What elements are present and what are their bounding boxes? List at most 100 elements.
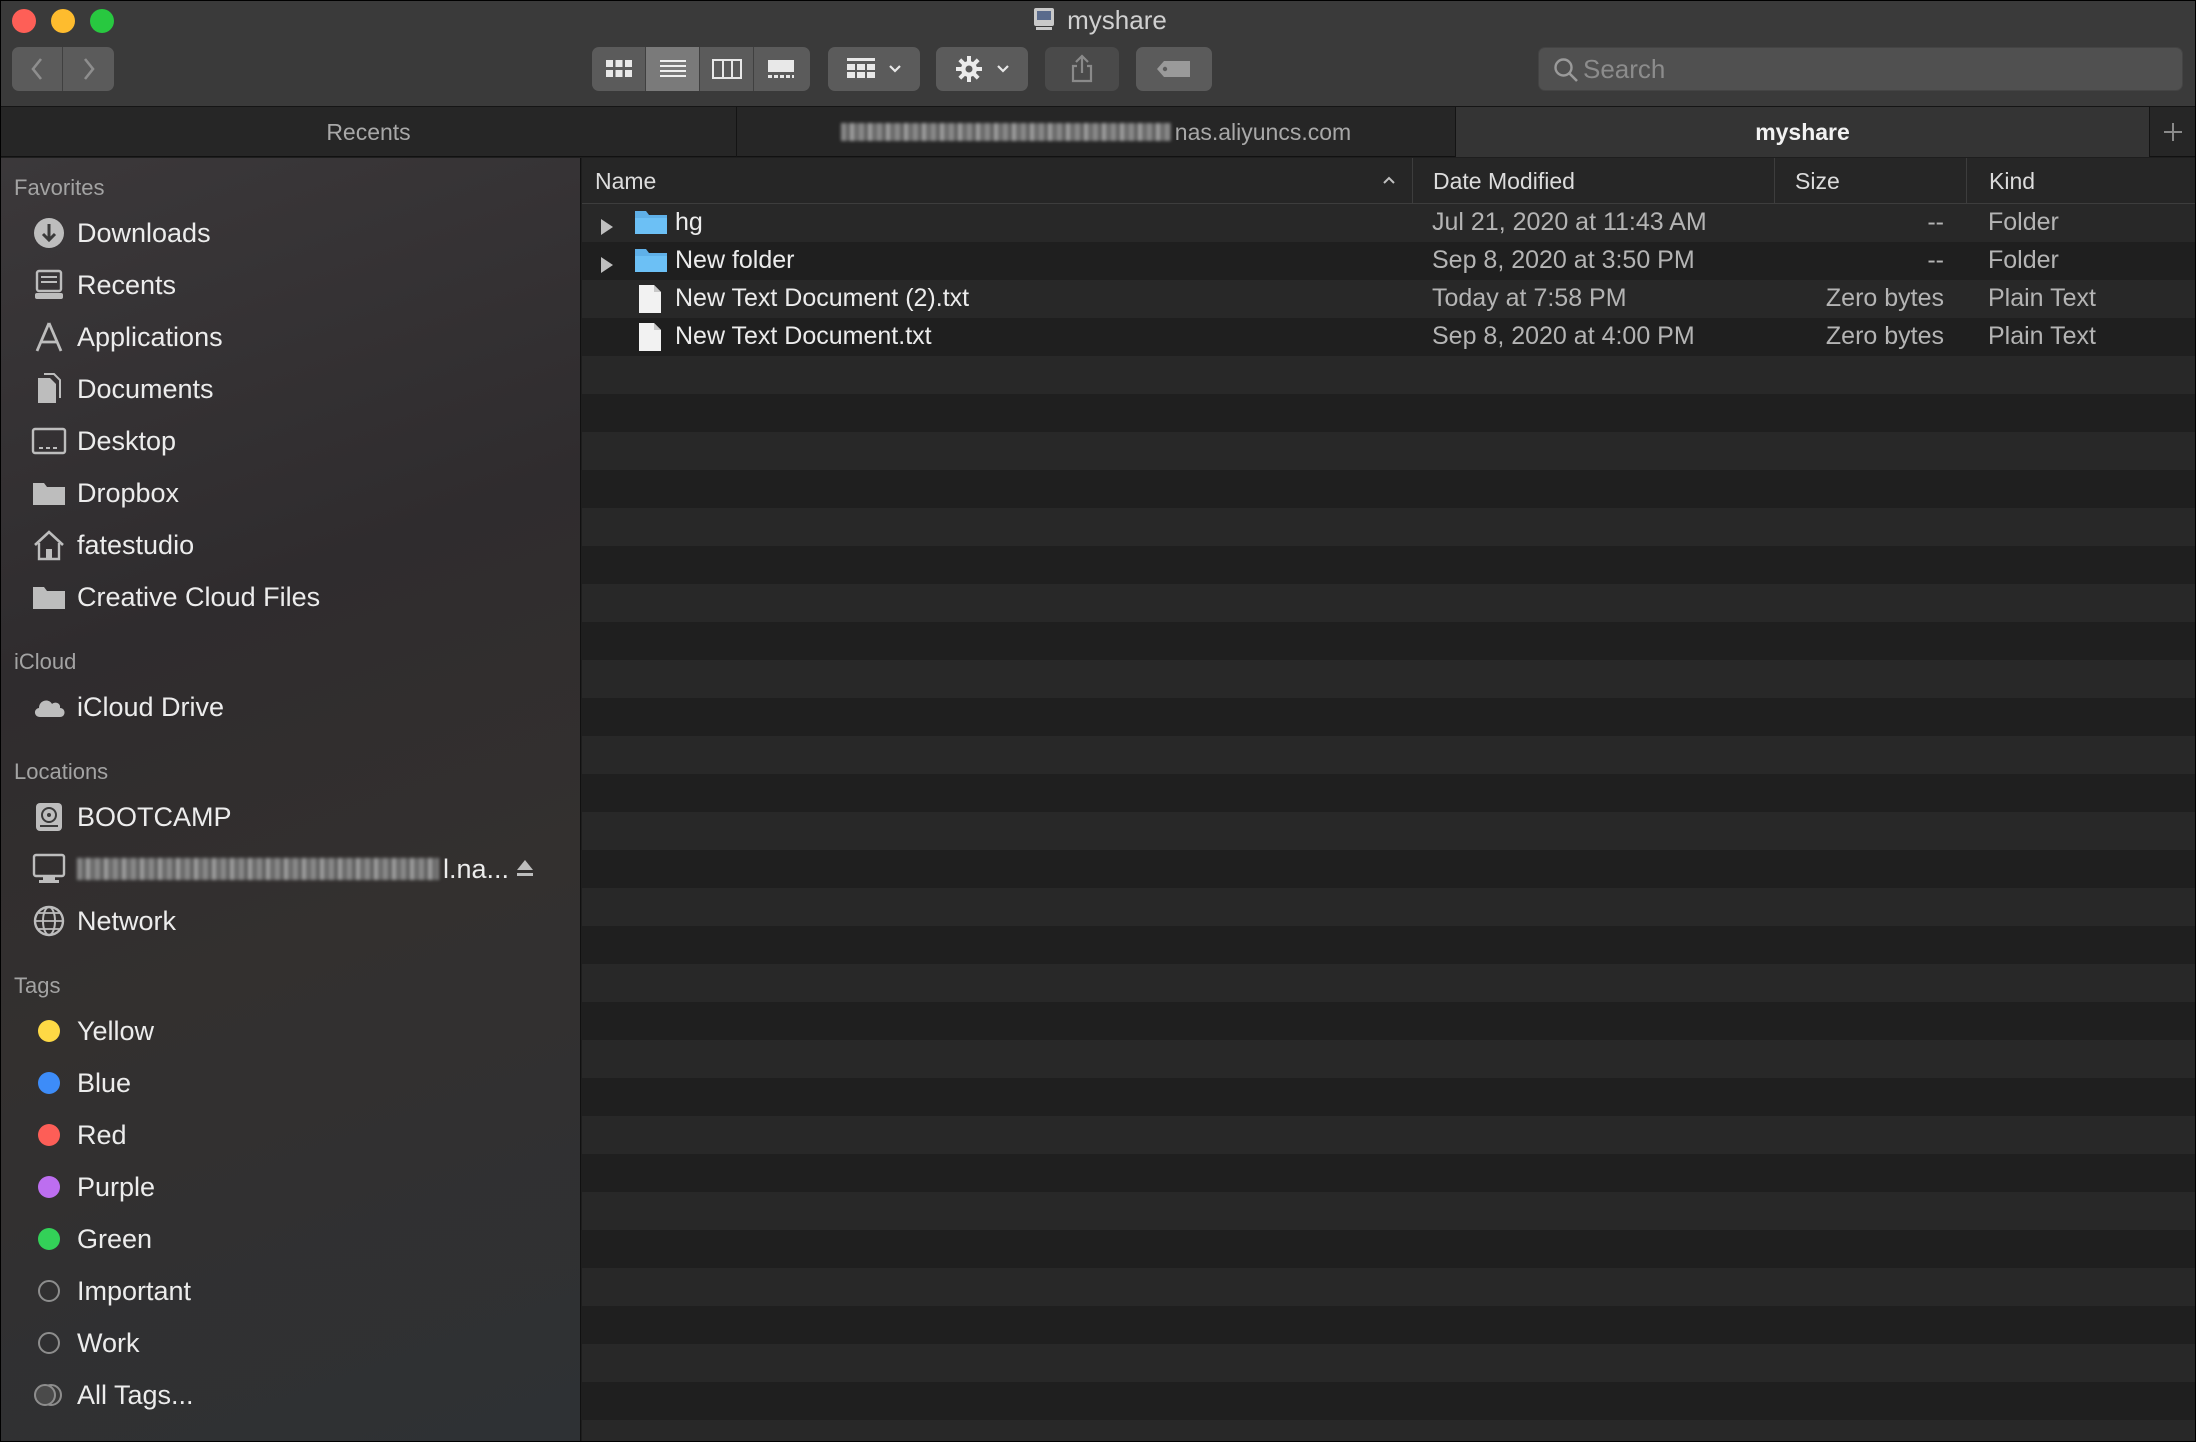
sidebar-item-downloads[interactable]: Downloads — [31, 210, 561, 256]
sidebar-item-fatestudio[interactable]: fatestudio — [31, 522, 561, 568]
column-size[interactable]: Size — [1775, 158, 1967, 204]
sidebar-item-icloud-drive[interactable]: iCloud Drive — [31, 684, 561, 730]
folder-icon — [31, 475, 67, 511]
tab-label: nas.aliyuncs.com — [1174, 118, 1352, 145]
column-label: Name — [595, 167, 657, 194]
sidebar-item-label: Applications — [77, 321, 223, 352]
sidebar-item-label: Creative Cloud Files — [77, 581, 321, 612]
sidebar-section-favorites: Favorites — [14, 175, 105, 200]
action-menu-button[interactable] — [936, 47, 1028, 91]
search-input[interactable] — [1583, 48, 2173, 90]
redacted-text — [77, 858, 439, 880]
all-tags-icon — [31, 1377, 67, 1413]
window-title-text: myshare — [1067, 5, 1167, 35]
sidebar-item-nas-server[interactable]: l.na... — [31, 846, 561, 892]
sidebar-item-creative-cloud-files[interactable]: Creative Cloud Files — [31, 574, 561, 620]
window-title: myshare — [1, 5, 2195, 39]
sidebar-tag-green[interactable]: Green — [31, 1216, 561, 1262]
table-row[interactable]: New Text Document (2).txt Today at 7:58 … — [582, 280, 2195, 318]
file-rows: hg Jul 21, 2020 at 11:43 AM -- Folder Ne… — [582, 204, 2195, 1441]
sidebar-all-tags[interactable]: All Tags... — [31, 1372, 561, 1418]
sidebar-item-label: Dropbox — [77, 477, 180, 508]
tab-label: Recents — [326, 118, 411, 145]
folder-icon — [634, 246, 668, 281]
column-view-button[interactable] — [700, 47, 754, 91]
sidebar-tag-purple[interactable]: Purple — [31, 1164, 561, 1210]
share-button[interactable] — [1045, 47, 1119, 91]
sidebar-item-documents[interactable]: Documents — [31, 366, 561, 412]
sidebar-item-desktop[interactable]: Desktop — [31, 418, 561, 464]
folder-icon — [31, 579, 67, 615]
sidebar-section-icloud: iCloud — [14, 649, 77, 674]
tab-recents[interactable]: Recents — [1, 107, 737, 157]
network-drive-icon — [1031, 6, 1057, 39]
file-name: New Text Document.txt — [675, 322, 932, 350]
list-view-icon — [659, 60, 686, 77]
folder-icon — [634, 208, 668, 243]
sidebar-tag-important[interactable]: Important — [31, 1268, 561, 1314]
sidebar-tag-yellow[interactable]: Yellow — [31, 1008, 561, 1054]
finder-window: myshare Search Recents nas.aliyuncs.com … — [0, 0, 2196, 1442]
group-by-button[interactable] — [828, 47, 920, 91]
disclosure-triangle-icon[interactable] — [599, 252, 615, 281]
table-row[interactable]: New Text Document.txt Sep 8, 2020 at 4:0… — [582, 318, 2195, 359]
sidebar-item-recents[interactable]: Recents — [31, 262, 561, 308]
column-date-modified[interactable]: Date Modified — [1413, 158, 1775, 204]
sidebar-item-label: iCloud Drive — [77, 691, 225, 722]
file-size: -- — [1927, 246, 1944, 274]
icon-view-button[interactable] — [592, 47, 646, 91]
redacted-text — [840, 123, 1171, 141]
text-file-icon — [638, 322, 662, 359]
column-header: Name Date Modified Size Kind — [582, 158, 2195, 204]
file-name: New folder — [675, 246, 795, 274]
sidebar-section-locations: Locations — [14, 759, 109, 784]
column-view-icon — [711, 59, 742, 79]
file-list: Name Date Modified Size Kind hg Jul 21, … — [582, 158, 2195, 1441]
back-button[interactable] — [12, 47, 63, 91]
tab-nas-server[interactable]: nas.aliyuncs.com — [737, 107, 1456, 157]
sidebar-item-label: Recents — [77, 269, 177, 300]
new-tab-button[interactable] — [2150, 107, 2195, 157]
edit-tags-button[interactable] — [1136, 47, 1212, 91]
purple-tag-icon — [38, 1176, 60, 1198]
table-row[interactable]: hg Jul 21, 2020 at 11:43 AM -- Folder — [582, 204, 2195, 243]
gear-icon — [956, 56, 982, 82]
applications-icon — [31, 319, 67, 355]
column-kind[interactable]: Kind — [1967, 158, 2195, 204]
sidebar-item-applications[interactable]: Applications — [31, 314, 561, 360]
sort-ascending-icon — [1383, 176, 1395, 184]
sidebar-tag-work[interactable]: Work — [31, 1320, 561, 1366]
disk-icon — [31, 799, 67, 835]
sidebar-item-label: Blue — [77, 1067, 132, 1098]
file-date: Sep 8, 2020 at 3:50 PM — [1432, 246, 1695, 274]
sidebar-tag-red[interactable]: Red — [31, 1112, 561, 1158]
sidebar: Favorites Downloads Recents Applications… — [1, 158, 581, 1441]
file-kind: Plain Text — [1988, 284, 2096, 312]
gallery-view-icon — [768, 60, 794, 78]
sidebar-section-tags: Tags — [14, 973, 61, 998]
sidebar-item-label: l.na... — [443, 853, 510, 884]
table-row[interactable]: New folder Sep 8, 2020 at 3:50 PM -- Fol… — [582, 242, 2195, 281]
search-field[interactable] — [1538, 47, 2183, 91]
gallery-view-button[interactable] — [754, 47, 808, 91]
file-name: New Text Document (2).txt — [675, 284, 970, 312]
forward-button[interactable] — [63, 47, 114, 91]
recents-icon — [31, 267, 67, 303]
plus-icon — [2164, 123, 2182, 141]
icon-view-icon — [605, 60, 632, 77]
toolbar: myshare — [1, 1, 2195, 107]
file-kind: Plain Text — [1988, 322, 2096, 350]
file-size: Zero bytes — [1825, 284, 1944, 312]
sidebar-item-label: fatestudio — [77, 529, 195, 560]
disclosure-triangle-icon[interactable] — [599, 214, 615, 243]
share-icon — [1071, 54, 1093, 83]
tab-myshare[interactable]: myshare — [1456, 107, 2150, 157]
list-view-button[interactable] — [646, 47, 700, 91]
eject-icon[interactable] — [515, 858, 535, 883]
sidebar-tag-blue[interactable]: Blue — [31, 1060, 561, 1106]
sidebar-item-dropbox[interactable]: Dropbox — [31, 470, 561, 516]
column-name[interactable]: Name — [582, 158, 1413, 204]
sidebar-item-bootcamp[interactable]: BOOTCAMP — [31, 794, 561, 840]
sidebar-item-label: All Tags... — [77, 1379, 194, 1410]
sidebar-item-network[interactable]: Network — [31, 898, 561, 944]
